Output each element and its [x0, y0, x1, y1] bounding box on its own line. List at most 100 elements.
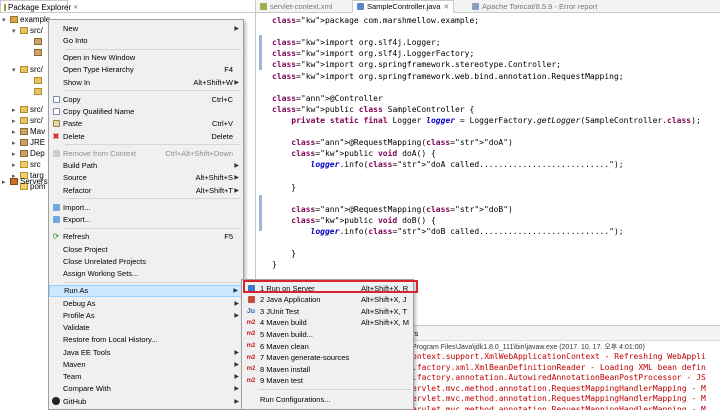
- menu-item-close-project[interactable]: Close Project: [49, 243, 243, 255]
- code-line: logger.info(class="str">"doB called.....…: [310, 226, 624, 236]
- run-as-item-5-maven-build[interactable]: m2 5 Maven build...: [242, 328, 413, 340]
- menu-item-label: 5 Maven build...: [260, 329, 313, 339]
- tree-item[interactable]: ▾ src/: [12, 25, 43, 36]
- tree-item[interactable]: ▾ src/: [12, 64, 43, 75]
- code-line: }: [272, 249, 297, 259]
- run-as-item-1-run-on-server[interactable]: 1 Run on Server Alt+Shift+X, R: [242, 282, 413, 294]
- menu-item-close-unrelated-projects[interactable]: Close Unrelated Projects: [49, 255, 243, 267]
- tree-item[interactable]: ▸ src/: [12, 115, 43, 126]
- close-icon[interactable]: ✕: [73, 4, 78, 11]
- menu-item-github[interactable]: GitHub ▶: [49, 395, 243, 407]
- menu-item-export[interactable]: Export...: [49, 214, 243, 226]
- menu-item-profile-as[interactable]: Profile As ▶: [49, 309, 243, 321]
- expand-toggle-icon[interactable]: ▾: [2, 16, 8, 24]
- menu-item-paste[interactable]: Paste Ctrl+V: [49, 118, 243, 130]
- menu-item-copy[interactable]: Copy Ctrl+C: [49, 93, 243, 105]
- submenu-arrow-icon: ▶: [234, 25, 239, 32]
- tree-item[interactable]: [26, 75, 44, 86]
- run-as-item-8-maven-install[interactable]: m2 8 Maven install: [242, 363, 413, 375]
- expand-toggle-icon[interactable]: ▸: [12, 117, 18, 125]
- tab-label: Apache Tomcat/8.5.9 - Error report: [482, 2, 598, 11]
- menu-item-label: Profile As: [63, 310, 95, 320]
- file-icon: [34, 77, 42, 84]
- menu-item-shortcut: Delete: [211, 131, 233, 141]
- change-marker: [259, 35, 262, 70]
- tree-item[interactable]: ▸ JRE: [12, 137, 45, 148]
- code-line: class="kw">import org.springframework.st…: [272, 60, 561, 70]
- tree-item-label: Servers: [20, 177, 48, 186]
- menu-item-run-as[interactable]: Run As ▶: [49, 284, 243, 297]
- tree-item-label: JRE: [30, 138, 46, 147]
- expand-toggle-icon[interactable]: ▸: [12, 161, 18, 169]
- menu-item-label: Java EE Tools: [63, 347, 111, 357]
- tree-item[interactable]: [26, 47, 44, 58]
- run-as-item-9-maven-test[interactable]: m2 9 Maven test: [242, 375, 413, 387]
- menu-item-open-in-new-window[interactable]: Open in New Window: [49, 52, 243, 64]
- run-as-item-7-maven-generate-sources[interactable]: m2 7 Maven generate-sources: [242, 352, 413, 364]
- menu-item-refactor[interactable]: Refactor Alt+Shift+T ▶: [49, 184, 243, 196]
- tree-item[interactable]: ▸ Mav: [12, 126, 45, 137]
- menu-item-maven[interactable]: Maven ▶: [49, 358, 243, 370]
- tree-item[interactable]: [26, 86, 44, 97]
- tab-tomcat-error-report[interactable]: Apache Tomcat/8.5.9 - Error report: [468, 0, 601, 13]
- menu-item-show-in[interactable]: Show In Alt+Shift+W ▶: [49, 76, 243, 88]
- menu-item-debug-as[interactable]: Debug As ▶: [49, 297, 243, 309]
- console-line: ervlet.mvc.method.annotation.RequestMapp…: [412, 394, 706, 403]
- maven-icon: m2: [246, 366, 256, 373]
- run-as-item-3-junit-test[interactable]: Ju 3 JUnit Test Alt+Shift+X, T: [242, 305, 413, 317]
- run-as-item-2-java-application[interactable]: 2 Java Application Alt+Shift+X, J: [242, 294, 413, 306]
- tree-item[interactable]: ▸ src: [12, 159, 41, 170]
- tree-item[interactable]: [26, 36, 44, 47]
- menu-item-label: Compare With: [63, 384, 111, 394]
- menu-item-import[interactable]: Import...: [49, 201, 243, 213]
- tree-item[interactable]: ▾ example: [2, 14, 50, 25]
- code-line: class="kw">import org.springframework.we…: [272, 71, 624, 81]
- menu-item-build-path[interactable]: Build Path ▶: [49, 160, 243, 172]
- menu-item-source[interactable]: Source Alt+Shift+S ▶: [49, 172, 243, 184]
- browser-icon: [472, 3, 479, 10]
- tab-servlet-context[interactable]: servlet-context.xml: [256, 0, 337, 13]
- menu-item-go-into[interactable]: Go Into: [49, 34, 243, 46]
- menu-item-shortcut: F5: [224, 232, 233, 242]
- close-icon[interactable]: ✕: [443, 3, 449, 11]
- menu-item-open-type-hierarchy[interactable]: Open Type Hierarchy F4: [49, 64, 243, 76]
- submenu-arrow-icon: ▶: [233, 288, 238, 295]
- menu-item-java-ee-tools[interactable]: Java EE Tools ▶: [49, 346, 243, 358]
- menu-item-team[interactable]: Team ▶: [49, 371, 243, 383]
- menu-item-new[interactable]: New ▶: [49, 22, 243, 34]
- menu-item-label: Copy: [63, 94, 81, 104]
- menu-item-label: 9 Maven test: [260, 376, 303, 386]
- menu-item-compare-with[interactable]: Compare With ▶: [49, 383, 243, 395]
- expand-toggle-icon[interactable]: ▸: [2, 178, 8, 186]
- tree-item[interactable]: ▸ src/: [12, 104, 43, 115]
- expand-toggle-icon[interactable]: ▸: [12, 106, 18, 114]
- menu-item-label: Source: [63, 173, 87, 183]
- expand-toggle-icon[interactable]: ▾: [12, 27, 18, 35]
- code-line: private static final Logger logger = Log…: [291, 115, 701, 125]
- expand-toggle-icon[interactable]: ▸: [12, 128, 18, 136]
- refresh-icon: ⟳: [52, 232, 60, 242]
- menu-item-shortcut: Ctrl+V: [211, 119, 233, 129]
- code-line: class="ann">@Controller: [272, 93, 383, 103]
- tree-item[interactable]: ▸ Servers: [2, 176, 48, 187]
- tab-sample-controller[interactable]: SampleController.java ✕: [352, 0, 455, 13]
- run-as-item-4-maven-build[interactable]: m2 4 Maven build Alt+Shift+X, M: [242, 317, 413, 329]
- menu-item-restore-from-local-history[interactable]: Restore from Local History...: [49, 334, 243, 346]
- run-as-item-run-configurations[interactable]: Run Configurations...: [242, 393, 413, 405]
- menu-item-refresh[interactable]: ⟳ Refresh F5: [49, 231, 243, 243]
- menu-item-validate[interactable]: Validate: [49, 322, 243, 334]
- menu-separator: [65, 144, 241, 146]
- menu-item-delete[interactable]: ✖ Delete Delete: [49, 130, 243, 142]
- run-as-item-6-maven-clean[interactable]: m2 6 Maven clean: [242, 340, 413, 352]
- export-icon: [49, 216, 63, 223]
- menu-item-copy-qualified-name[interactable]: Copy Qualified Name: [49, 106, 243, 118]
- menu-item-assign-working-sets[interactable]: Assign Working Sets...: [49, 268, 243, 280]
- folder-icon: [20, 161, 28, 168]
- expand-toggle-icon[interactable]: ▸: [12, 150, 18, 158]
- tree-item[interactable]: ▸ Dep: [12, 148, 45, 159]
- menu-item-remove-from-context[interactable]: Remove from Context Ctrl+Alt+Shift+Down: [49, 147, 243, 159]
- console-line: ervlet.mvc.method.annotation.RequestMapp…: [412, 404, 706, 410]
- expand-toggle-icon[interactable]: ▾: [12, 66, 18, 74]
- menu-item-label: 4 Maven build: [260, 318, 307, 328]
- expand-toggle-icon[interactable]: ▸: [12, 139, 18, 147]
